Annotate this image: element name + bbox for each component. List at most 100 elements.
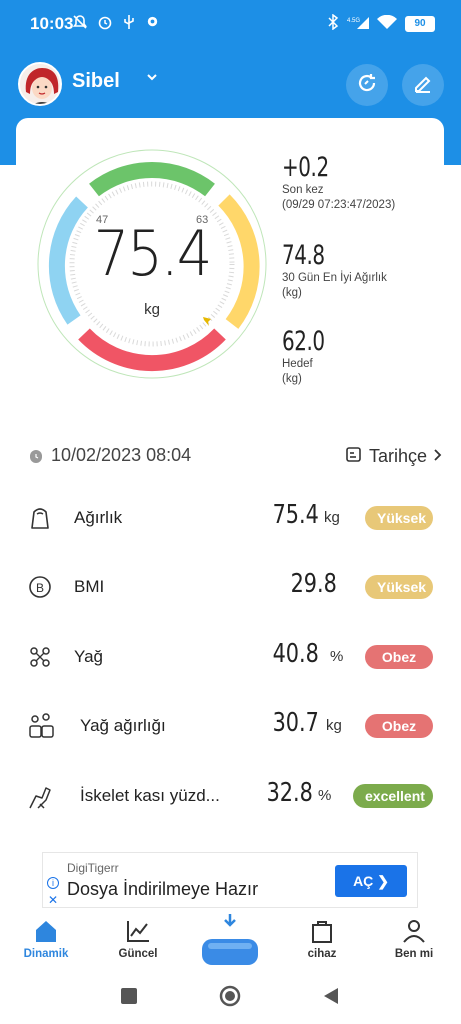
chart-icon (125, 918, 151, 944)
ad-banner[interactable]: i ✕ DigiTigerr Dosya İndirilmeye Hazır A… (42, 852, 418, 908)
ad-open-label: AÇ (353, 873, 374, 889)
back-triangle-icon[interactable] (322, 986, 340, 1011)
signal-icon: 4.5G (347, 15, 369, 33)
user-name[interactable]: Sibel (72, 70, 120, 93)
stat-value: 62.0 (282, 326, 325, 357)
metric-label: Yağ ağırlığı (80, 716, 166, 735)
status-bar: 10:03 4.5G 90 (0, 0, 461, 48)
status-badge: Obez (365, 645, 433, 669)
ad-brand: DigiTigerr (67, 861, 119, 875)
home-icon (33, 918, 59, 944)
stat-sublabel: (09/29 07:23:47/2023) (282, 199, 396, 211)
scale-outline-icon (26, 504, 54, 532)
arrow-down-icon (220, 914, 240, 933)
fat-weight-icon (26, 712, 54, 740)
fat-molecule-icon (26, 643, 54, 671)
measurement-date-row: 10/02/2023 08:04 Tarihçe (0, 442, 461, 472)
metric-row-fat-weight[interactable]: Yağ ağırlığı 30.7 kg Obez (0, 702, 461, 752)
history-link[interactable]: Tarihçe (345, 445, 443, 468)
status-badge: Obez (365, 714, 433, 738)
pin-marker-icon (200, 314, 214, 331)
current-weight: 75.4 (93, 218, 213, 291)
nav-item-dinamik[interactable]: Dinamik (6, 918, 86, 960)
chevron-down-icon[interactable] (146, 70, 158, 88)
nav-label: cihaz (307, 948, 337, 960)
pencil-icon (412, 72, 434, 99)
stat-value: 74.8 (282, 240, 325, 271)
bag-icon (309, 918, 335, 944)
status-time: 10:03 (30, 14, 74, 33)
nav-item-ben-mi[interactable]: Ben mi (374, 918, 454, 960)
nav-label: Dinamik (23, 948, 69, 960)
history-label: Tarihçe (368, 446, 427, 466)
metric-row-fat[interactable]: Yağ 40.8 % Obez (0, 633, 461, 683)
metric-value: 32.8 (266, 778, 313, 808)
status-badge: Yüksek (365, 575, 433, 599)
chevron-right-icon: ❯ (377, 873, 389, 889)
svg-text:B: B (36, 581, 44, 595)
battery-indicator: 90 (405, 16, 435, 32)
status-icons-left (72, 14, 160, 34)
bmi-icon: B (26, 573, 54, 601)
stat-label: Son kez (282, 184, 324, 196)
nav-item-scale[interactable] (190, 914, 270, 971)
gauge-green-segment (89, 161, 215, 197)
user-bar: Sibel (0, 56, 461, 112)
status-badge: excellent (353, 784, 433, 808)
chevron-right-icon (433, 446, 443, 467)
stat-sublabel: (kg) (282, 373, 302, 385)
nav-item-cihaz[interactable]: cihaz (282, 918, 362, 960)
bottom-nav: Dinamik Güncel cihaz Ben mi (0, 912, 461, 972)
ad-info-icon[interactable]: i (47, 877, 59, 889)
metric-value: 30.7 (272, 708, 319, 738)
clock-icon (30, 450, 42, 463)
recent-apps-icon[interactable] (121, 988, 137, 1009)
refresh-icon (356, 72, 378, 99)
metric-row-bmi[interactable]: B BMI 29.8 Yüksek (0, 563, 461, 613)
system-nav-bar (0, 972, 461, 1024)
ad-close-icon[interactable]: ✕ (48, 893, 58, 907)
nav-item-guncel[interactable]: Güncel (98, 918, 178, 960)
stat-best-weight: 74.8 30 Gün En İyi Ağırlık (kg) (282, 240, 387, 301)
metric-row-weight[interactable]: Ağırlık 75.4 kg Yüksek (0, 494, 461, 544)
refresh-button[interactable] (346, 64, 388, 106)
metric-value: 75.4 (272, 500, 319, 530)
avatar[interactable] (18, 62, 62, 106)
metric-unit: % (330, 648, 344, 665)
stat-label: 30 Gün En İyi Ağırlık (282, 272, 387, 284)
stat-label: Hedef (282, 358, 313, 370)
metric-label: BMI (74, 577, 105, 596)
nav-label: Güncel (118, 948, 158, 960)
stat-sublabel: (kg) (282, 287, 302, 299)
stat-target: 62.0 Hedef (kg) (282, 326, 334, 387)
metric-value: 40.8 (272, 639, 319, 669)
measurement-date: 10/02/2023 08:04 (51, 445, 192, 465)
weight-card: 47 63 75.4 kg +0.2 Son kez (09/29 07:23:… (16, 118, 444, 434)
mute-bell-icon (72, 14, 88, 34)
wifi-icon (377, 14, 397, 34)
metric-label: Ağırlık (74, 508, 123, 527)
metric-label: Yağ (74, 647, 103, 666)
settings-gear-icon (145, 14, 160, 34)
usb-icon (122, 14, 136, 34)
ad-open-button[interactable]: AÇ ❯ (335, 865, 407, 897)
edit-button[interactable] (402, 64, 444, 106)
metric-row-skeletal-muscle[interactable]: İskelet kası yüzd... 32.8 % excellent (0, 772, 461, 822)
metric-unit: kg (326, 717, 342, 734)
alarm-icon (97, 14, 113, 34)
status-badge: Yüksek (365, 506, 433, 530)
metric-unit: kg (324, 509, 340, 526)
ad-title: Dosya İndirilmeye Hazır (67, 879, 259, 899)
weight-unit: kg (144, 301, 160, 318)
nav-label: Ben mi (394, 948, 434, 960)
gauge-red-segment (78, 328, 226, 372)
scale-icon (200, 935, 260, 967)
metric-label: İskelet kası yüzd... (80, 786, 220, 805)
stat-value: +0.2 (282, 152, 329, 183)
metric-value: 29.8 (290, 569, 337, 599)
metric-unit: % (318, 787, 332, 804)
home-circle-icon[interactable] (219, 985, 241, 1012)
bluetooth-icon (327, 13, 339, 34)
svg-text:4.5G: 4.5G (347, 18, 360, 24)
person-icon (401, 918, 427, 944)
